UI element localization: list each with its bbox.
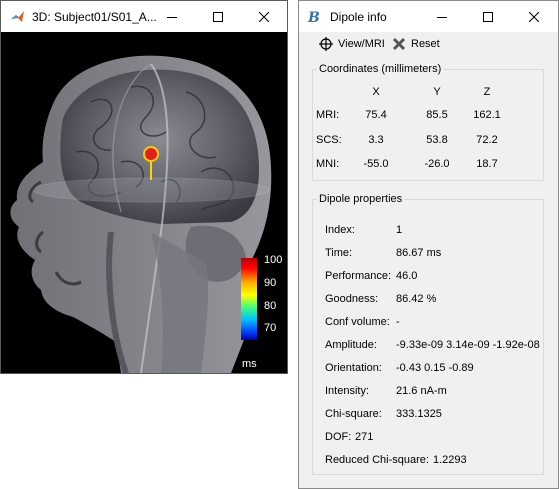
- dipole-properties-group: Dipole properties Index: 1 Time: 86.67 m…: [312, 193, 544, 475]
- prop-value-intensity: 21.6 nA-m: [396, 385, 447, 397]
- window-title: 3D: Subject01/S01_A...: [32, 10, 157, 24]
- minimize-icon: [437, 16, 447, 18]
- prop-value-reduced-chi-square: 1.2293: [433, 454, 467, 466]
- figure-3d-window: 3D: Subject01/S01_A... 100 90 80 70 ms: [0, 0, 288, 374]
- prop-label-reduced-chi-square: Reduced Chi-square:: [325, 454, 429, 466]
- prop-label-conf-volume: Conf volume:: [325, 316, 390, 328]
- colorbar-label-70: 70: [264, 322, 277, 334]
- colorbar-label-80: 80: [264, 300, 277, 312]
- minimize-icon: [167, 16, 177, 18]
- column-header-x: X: [372, 86, 380, 98]
- prop-label-amplitude: Amplitude:: [325, 339, 377, 351]
- prop-label-dof: DOF:: [325, 431, 352, 443]
- coord-mri-y: 85.5: [426, 109, 448, 121]
- close-button[interactable]: [511, 1, 557, 32]
- minimize-button[interactable]: [419, 1, 465, 32]
- minimize-button[interactable]: [149, 1, 195, 32]
- coordinates-group: Coordinates (millimeters) X Y Z MRI: 75.…: [312, 63, 544, 181]
- coord-row-label-mri: MRI:: [316, 109, 340, 121]
- coord-mni-z: 18.7: [476, 158, 498, 170]
- prop-value-goodness: 86.42 %: [396, 293, 437, 305]
- prop-value-performance: 46.0: [396, 270, 418, 282]
- prop-value-conf-volume: -: [396, 316, 400, 328]
- coord-mni-y: -26.0: [424, 158, 450, 170]
- brainstorm-icon: B: [308, 10, 320, 25]
- title-bar[interactable]: 3D: Subject01/S01_A...: [1, 1, 287, 32]
- prop-label-time: Time:: [325, 247, 353, 259]
- view-mri-label: View/MRI: [338, 38, 385, 50]
- prop-label-chi-square: Chi-square:: [325, 408, 382, 420]
- maximize-button[interactable]: [195, 1, 241, 32]
- maximize-icon: [483, 11, 493, 22]
- dipole-info-window: B Dipole info View/MRI Reset Coordinates…: [298, 0, 559, 489]
- close-icon: [529, 11, 539, 22]
- coord-row-label-scs: SCS:: [316, 134, 342, 146]
- title-bar[interactable]: B Dipole info: [299, 1, 558, 32]
- reset-label: Reset: [411, 38, 440, 50]
- prop-label-intensity: Intensity:: [325, 385, 370, 397]
- colorbar-label-100: 100: [264, 254, 283, 266]
- reset-button[interactable]: Reset: [391, 36, 440, 52]
- colorbar-unit: ms: [242, 358, 257, 370]
- column-header-y: Y: [433, 86, 441, 98]
- prop-value-orientation: -0.43 0.15 -0.89: [396, 362, 474, 374]
- prop-label-goodness: Goodness:: [325, 293, 379, 305]
- column-header-z: Z: [483, 86, 491, 98]
- reset-x-icon: [392, 37, 406, 51]
- prop-value-time: 86.67 ms: [396, 247, 442, 259]
- coord-scs-x: 3.3: [368, 134, 384, 146]
- toolbar: View/MRI Reset: [299, 32, 558, 56]
- coordinates-title: Coordinates (millimeters): [317, 63, 444, 75]
- close-button[interactable]: [241, 1, 287, 32]
- view-mri-button[interactable]: View/MRI: [318, 36, 385, 52]
- crosshair-icon: [319, 37, 333, 51]
- coord-row-label-mni: MNI:: [316, 158, 340, 170]
- prop-label-index: Index:: [325, 224, 355, 236]
- colorbar: [241, 258, 257, 340]
- prop-value-chi-square: 333.1325: [396, 408, 442, 420]
- coord-scs-z: 72.2: [476, 134, 498, 146]
- 3d-viewport[interactable]: 100 90 80 70 ms: [1, 32, 287, 373]
- prop-label-orientation: Orientation:: [325, 362, 382, 374]
- coord-mri-z: 162.1: [473, 109, 501, 121]
- maximize-icon: [213, 11, 223, 22]
- prop-value-index: 1: [396, 224, 403, 236]
- coord-mni-x: -55.0: [363, 158, 389, 170]
- coord-mri-x: 75.4: [365, 109, 387, 121]
- maximize-button[interactable]: [465, 1, 511, 32]
- properties-title: Dipole properties: [317, 193, 405, 205]
- window-title: Dipole info: [330, 10, 387, 24]
- colorbar-label-90: 90: [264, 277, 277, 289]
- prop-value-amplitude: -9.33e-09 3.14e-09 -1.92e-08: [396, 339, 540, 351]
- prop-value-dof: 271: [355, 431, 374, 443]
- close-icon: [259, 11, 269, 22]
- coord-scs-y: 53.8: [426, 134, 448, 146]
- svg-text:B: B: [308, 10, 320, 25]
- prop-label-performance: Performance:: [325, 270, 392, 282]
- matlab-icon: [11, 11, 24, 22]
